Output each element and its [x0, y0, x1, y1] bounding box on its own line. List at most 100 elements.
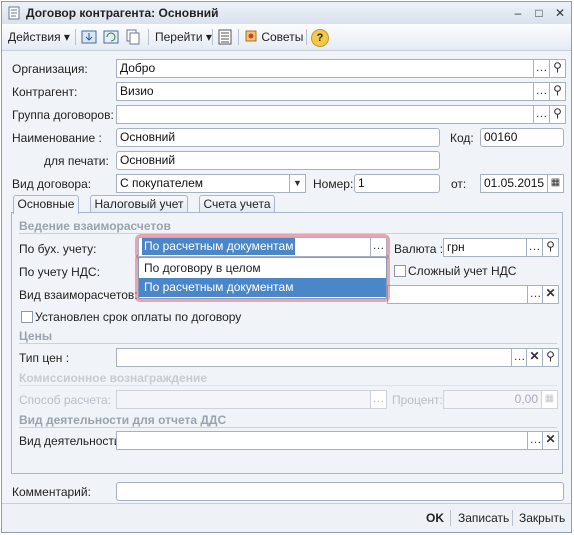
- document-icon: [8, 6, 20, 20]
- number-field[interactable]: 1: [354, 174, 440, 193]
- mutual-field[interactable]: [387, 285, 528, 304]
- price-type-search-icon[interactable]: ⚲: [542, 348, 559, 367]
- complex-vat-checkbox[interactable]: [394, 265, 406, 277]
- contractor-search-icon[interactable]: ⚲: [549, 82, 566, 101]
- calc-field[interactable]: [116, 390, 371, 409]
- currency-label: Валюта :: [394, 242, 444, 256]
- ok-button[interactable]: OK: [426, 511, 444, 525]
- complex-vat-label: Сложный учет НДС: [408, 264, 517, 278]
- type-label: Вид договора:: [12, 177, 92, 191]
- due-date-label: Установлен срок оплаты по договору: [35, 310, 242, 324]
- dropdown-option-contract[interactable]: По договору в целом: [139, 259, 386, 278]
- section-divider: [19, 233, 557, 234]
- chevron-down-icon[interactable]: ▼: [289, 174, 306, 193]
- contract-window: Договор контрагента: Основний – □ ✕ Дейс…: [1, 1, 572, 533]
- section-divider: [19, 343, 557, 344]
- copy-doc-icon[interactable]: [124, 28, 142, 46]
- due-date-checkbox[interactable]: [21, 311, 33, 323]
- dropdown-option-documents[interactable]: По расчетным документам: [139, 278, 386, 297]
- comment-label: Комментарий:: [12, 485, 91, 499]
- mutual-label: Вид взаиморасчетов:: [19, 288, 138, 302]
- go-down-icon[interactable]: [80, 28, 98, 46]
- acc-value: По расчетным документам: [142, 238, 296, 255]
- acc-select-button[interactable]: …: [370, 237, 387, 257]
- tips-button[interactable]: Советы: [244, 28, 303, 46]
- settlement-dropdown: По договору в целом По расчетным докумен…: [138, 257, 387, 299]
- acc-label: По бух. учету:: [19, 242, 97, 256]
- tab-accounts[interactable]: Счета учета: [199, 195, 275, 213]
- tab-main[interactable]: Основные: [13, 195, 79, 214]
- number-label: Номер:: [313, 177, 354, 191]
- mutual-clear-icon[interactable]: ✕: [542, 285, 559, 304]
- commission-section-title: Комиссионное вознаграждение: [19, 371, 208, 385]
- price-type-label: Тип цен :: [19, 351, 70, 365]
- title-bar: Договор контрагента: Основний – □ ✕: [2, 2, 571, 25]
- save-button[interactable]: Записать: [458, 511, 509, 525]
- org-label: Организация:: [12, 62, 88, 76]
- section-divider: [19, 427, 557, 428]
- contractor-field[interactable]: Визио: [116, 82, 534, 101]
- tab-tax[interactable]: Налоговый учет: [90, 195, 188, 213]
- toolbar-separator: [148, 29, 149, 45]
- structure-icon[interactable]: [216, 28, 234, 46]
- maximize-button[interactable]: □: [531, 5, 547, 21]
- currency-field[interactable]: грн: [443, 238, 527, 257]
- tips-label: Советы: [261, 30, 304, 44]
- contractor-select-button[interactable]: …: [533, 82, 550, 101]
- date-field[interactable]: 01.05.2015: [480, 174, 548, 193]
- activity-field[interactable]: [116, 431, 528, 450]
- section-divider: [19, 385, 557, 386]
- contractor-label: Контрагент:: [12, 85, 78, 99]
- print-name-field[interactable]: Основний: [116, 151, 440, 170]
- currency-select-button[interactable]: …: [526, 238, 543, 257]
- percent-field[interactable]: 0,00: [443, 390, 542, 409]
- calc-label: Способ расчета:: [19, 393, 111, 407]
- code-field[interactable]: 00160: [480, 128, 564, 147]
- currency-search-icon[interactable]: ⚲: [542, 238, 559, 257]
- percent-label: Процент:: [392, 393, 443, 407]
- comment-field[interactable]: [116, 482, 564, 501]
- contract-type-select[interactable]: С покупателем: [116, 174, 290, 193]
- calendar-icon[interactable]: ▦: [547, 174, 564, 193]
- org-search-icon[interactable]: ⚲: [549, 59, 566, 78]
- calc-select-button[interactable]: …: [370, 390, 387, 409]
- calculator-icon[interactable]: ▦: [541, 390, 558, 409]
- settlement-section-title: Ведение взаиморасчетов: [19, 219, 171, 233]
- toolbar-separator: [212, 29, 213, 45]
- dds-section-title: Вид деятельности для отчета ДДС: [19, 413, 227, 427]
- toolbar-separator: [306, 29, 307, 45]
- toolbar-separator: [238, 29, 239, 45]
- org-field[interactable]: Добро: [116, 59, 534, 78]
- goto-menu[interactable]: Перейти ▾: [155, 28, 212, 46]
- close-button[interactable]: Закрыть: [519, 511, 565, 525]
- refresh-icon[interactable]: [102, 28, 120, 46]
- goto-label: Перейти: [155, 30, 203, 44]
- activity-label: Вид деятельности:: [19, 434, 124, 448]
- group-select-button[interactable]: …: [533, 105, 550, 124]
- price-type-clear-icon[interactable]: ✕: [526, 348, 543, 367]
- tips-book-icon: [245, 30, 257, 42]
- activity-clear-icon[interactable]: ✕: [542, 431, 559, 450]
- actions-menu[interactable]: Действия ▾: [8, 28, 70, 46]
- button-separator: [450, 510, 451, 526]
- date-label: от:: [451, 177, 467, 191]
- org-select-button[interactable]: …: [533, 59, 550, 78]
- price-type-field[interactable]: [116, 348, 512, 367]
- acc-settlement-select[interactable]: По расчетным документам: [138, 237, 371, 257]
- name-label: Наименование :: [12, 131, 102, 145]
- help-icon[interactable]: ?: [311, 29, 329, 47]
- group-field[interactable]: [116, 105, 534, 124]
- prices-section-title: Цены: [19, 329, 53, 343]
- group-label: Группа договоров:: [12, 108, 114, 122]
- name-field[interactable]: Основний: [116, 128, 440, 147]
- actions-label: Действия: [8, 30, 61, 44]
- toolbar: Действия ▾ Перейти ▾ Советы ?: [2, 24, 571, 51]
- window-title: Договор контрагента: Основний: [26, 6, 219, 20]
- group-search-icon[interactable]: ⚲: [549, 105, 566, 124]
- print-label: для печати:: [44, 154, 109, 168]
- vat-label: По учету НДС:: [19, 265, 100, 279]
- minimize-button[interactable]: –: [510, 5, 526, 21]
- button-separator: [512, 510, 513, 526]
- toolbar-separator: [75, 29, 76, 45]
- close-window-button[interactable]: ✕: [552, 5, 568, 21]
